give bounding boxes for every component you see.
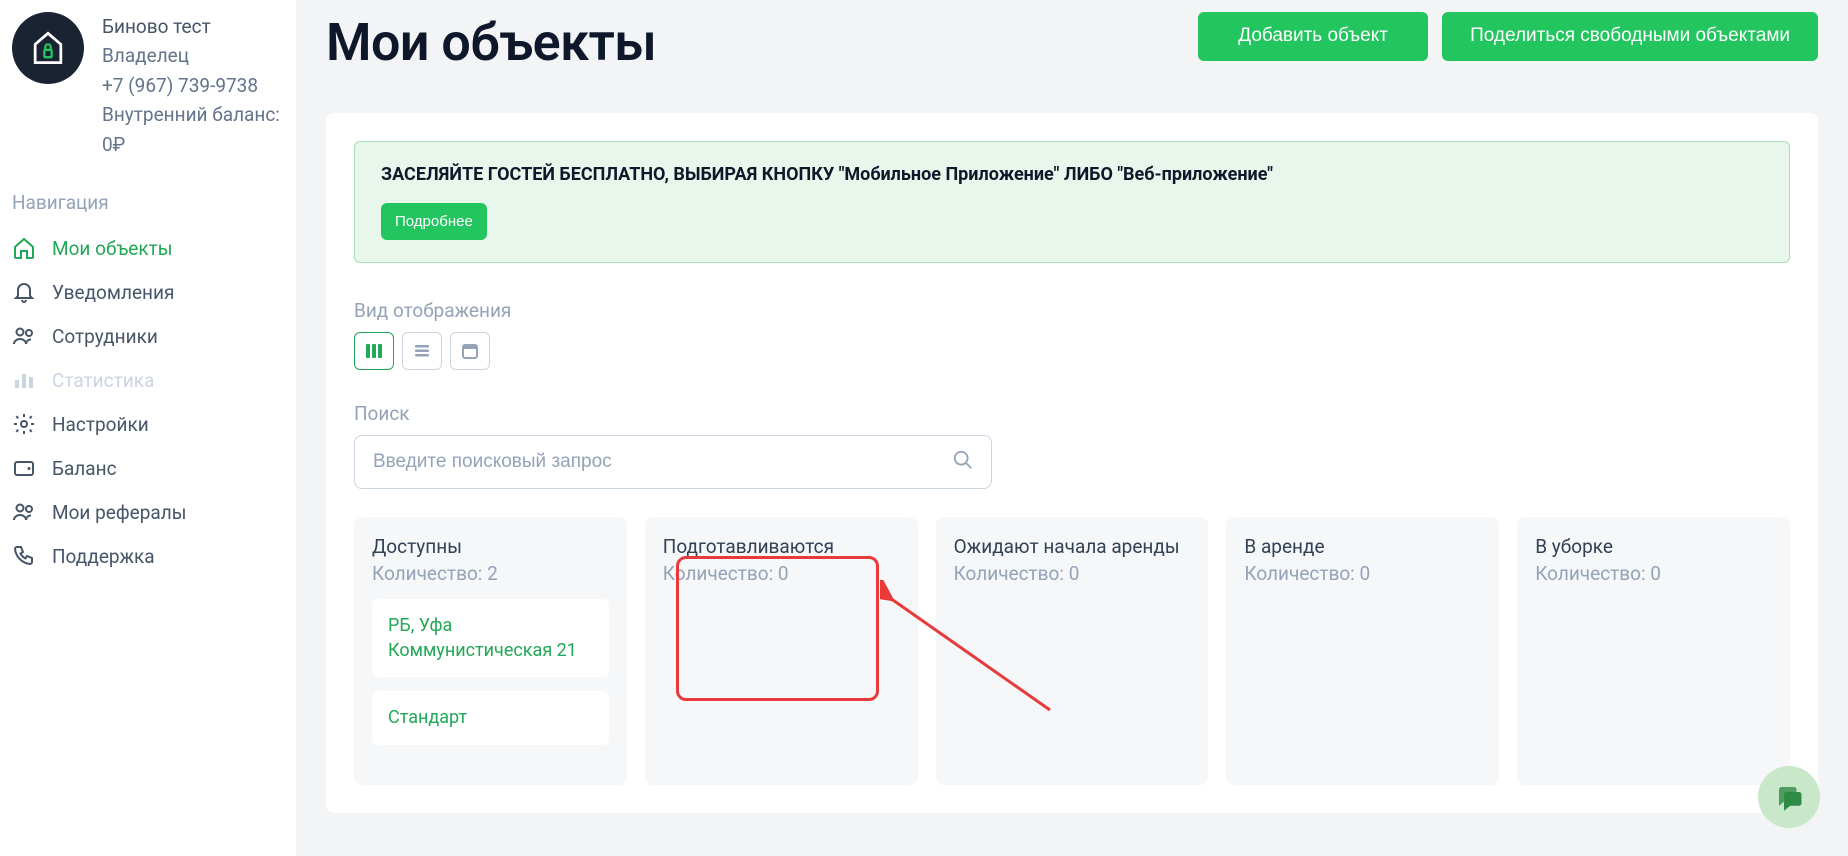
column-count: Количество: 0 [954, 562, 1191, 585]
promo-banner: ЗАСЕЛЯЙТЕ ГОСТЕЙ БЕСПЛАТНО, ВЫБИРАЯ КНОП… [354, 141, 1790, 263]
view-list-button[interactable] [402, 332, 442, 370]
search-icon [952, 449, 974, 475]
user-phone: +7 (967) 739-9738 [102, 71, 280, 100]
nav-item-label: Баланс [52, 457, 117, 480]
column-count: Количество: 0 [1535, 562, 1772, 585]
column-title: В уборке [1535, 535, 1772, 558]
stats-icon [12, 368, 36, 392]
list-icon [413, 342, 431, 360]
object-card[interactable]: Стандарт [372, 691, 609, 744]
promo-text: ЗАСЕЛЯЙТЕ ГОСТЕЙ БЕСПЛАТНО, ВЫБИРАЯ КНОП… [381, 164, 1763, 185]
card-line: Коммунистическая 21 [388, 638, 593, 663]
user-info: Биново тест Владелец +7 (967) 739-9738 В… [102, 12, 280, 159]
bell-icon [12, 280, 36, 304]
wallet-icon [12, 456, 36, 480]
home-icon [12, 236, 36, 260]
chat-button[interactable] [1758, 766, 1820, 828]
nav-item-gear[interactable]: Настройки [0, 402, 296, 446]
card-line: РБ, Уфа [388, 613, 593, 638]
card-line: Стандарт [388, 705, 593, 730]
user-role: Владелец [102, 41, 280, 70]
nav-item-users[interactable]: Сотрудники [0, 314, 296, 358]
search-label: Поиск [354, 402, 1790, 425]
user-name: Биново тест [102, 12, 280, 41]
column-count: Количество: 0 [1244, 562, 1481, 585]
search-wrap [354, 435, 992, 489]
view-toggle [354, 332, 1790, 370]
nav-item-label: Настройки [52, 413, 149, 436]
nav-item-wallet[interactable]: Баланс [0, 446, 296, 490]
content: ЗАСЕЛЯЙТЕ ГОСТЕЙ БЕСПЛАТНО, ВЫБИРАЯ КНОП… [326, 113, 1818, 813]
view-label: Вид отображения [354, 299, 1790, 322]
search-input[interactable] [354, 435, 992, 489]
kanban-columns: Доступны Количество: 2 РБ, УфаКоммунистиче… [354, 517, 1790, 785]
nav-item-stats[interactable]: Статистика [0, 358, 296, 402]
column-title: В аренде [1244, 535, 1481, 558]
nav-item-label: Мои объекты [52, 237, 172, 260]
gear-icon [12, 412, 36, 436]
nav-item-label: Поддержка [52, 545, 155, 568]
main: Мои объекты Добавить объект Поделиться с… [296, 0, 1848, 856]
page-title: Мои объекты [326, 12, 656, 73]
columns-icon [365, 342, 383, 360]
home-lock-icon [26, 26, 70, 70]
kanban-column: В уборке Количество: 0 [1517, 517, 1790, 785]
view-calendar-button[interactable] [450, 332, 490, 370]
nav-item-label: Сотрудники [52, 325, 158, 348]
nav-item-bell[interactable]: Уведомления [0, 270, 296, 314]
chat-icon [1774, 782, 1804, 812]
phone-icon [12, 544, 36, 568]
users-icon [12, 324, 36, 348]
kanban-column: Ожидают начала аренды Количество: 0 [936, 517, 1209, 785]
nav-title: Навигация [0, 183, 296, 226]
user-balance-label: Внутренний баланс: [102, 100, 280, 129]
view-columns-button[interactable] [354, 332, 394, 370]
kanban-column: Подготавливаются Количество: 0 [645, 517, 918, 785]
column-title: Доступны [372, 535, 609, 558]
column-count: Количество: 0 [663, 562, 900, 585]
nav-item-label: Статистика [52, 369, 154, 392]
nav-list: Мои объекты Уведомления Сотрудники Статисти… [0, 226, 296, 578]
kanban-column: Доступны Количество: 2 РБ, УфаКоммунистиче… [354, 517, 627, 785]
header: Мои объекты Добавить объект Поделиться с… [296, 0, 1848, 113]
object-card[interactable]: РБ, УфаКоммунистическая 21 [372, 599, 609, 677]
kanban-column: В аренде Количество: 0 [1226, 517, 1499, 785]
column-title: Подготавливаются [663, 535, 900, 558]
nav-item-home[interactable]: Мои объекты [0, 226, 296, 270]
nav-item-label: Мои рефералы [52, 501, 186, 524]
column-count: Количество: 2 [372, 562, 609, 585]
avatar[interactable] [12, 12, 84, 84]
nav-item-users[interactable]: Мои рефералы [0, 490, 296, 534]
nav-item-label: Уведомления [52, 281, 174, 304]
calendar-icon [461, 342, 479, 360]
header-buttons: Добавить объект Поделиться свободными об… [1198, 12, 1818, 61]
add-object-button[interactable]: Добавить объект [1198, 12, 1428, 61]
promo-more-button[interactable]: Подробнее [381, 203, 487, 240]
column-title: Ожидают начала аренды [954, 535, 1191, 558]
user-block: Биново тест Владелец +7 (967) 739-9738 В… [0, 12, 296, 183]
users-icon [12, 500, 36, 524]
user-balance-value: 0₽ [102, 130, 280, 159]
share-free-button[interactable]: Поделиться свободными объектами [1442, 12, 1818, 61]
nav-item-phone[interactable]: Поддержка [0, 534, 296, 578]
sidebar: Биново тест Владелец +7 (967) 739-9738 В… [0, 0, 296, 856]
